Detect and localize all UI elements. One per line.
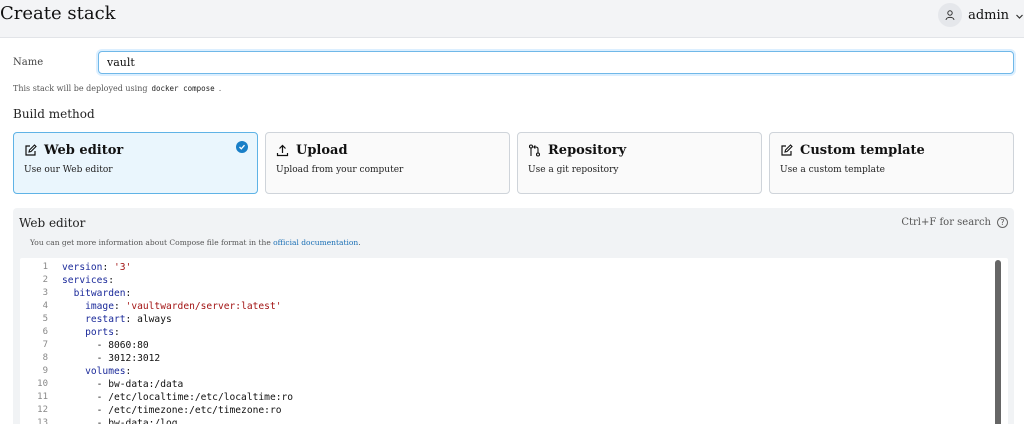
card-desc: Use our Web editor — [24, 165, 113, 175]
git-pull-icon — [528, 144, 542, 158]
editor-info-text: You can get more information about Compo… — [30, 238, 271, 247]
code-line: - bw-data:/log — [96, 418, 178, 424]
code-line: ports: — [85, 327, 120, 338]
chevron-down-icon — [1015, 6, 1024, 25]
official-documentation-link[interactable]: official documentation — [273, 238, 358, 247]
code-line: - bw-data:/data — [96, 379, 184, 390]
line-number: 13 — [37, 418, 48, 424]
line-number: 8 — [42, 353, 48, 363]
card-title: Upload — [296, 143, 348, 158]
name-label: Name — [13, 57, 44, 68]
search-hint: Ctrl+F for search ? — [901, 217, 1008, 228]
code-line: services: — [62, 275, 114, 286]
page-title: Create stack — [0, 3, 116, 24]
card-desc: Use a git repository — [528, 165, 619, 175]
code-line: image: 'vaultwarden/server:latest' — [85, 301, 282, 312]
line-number-gutter: 1 2 3 4 5 6 7 8 9 10 11 12 13 — [20, 261, 50, 424]
line-number: 6 — [42, 327, 48, 337]
line-number: 9 — [42, 366, 48, 376]
editor-scrollbar[interactable] — [995, 260, 1001, 424]
create-stack-form: Name This stack will be deployed usingdo… — [0, 39, 1024, 424]
card-desc: Upload from your computer — [276, 165, 404, 175]
user-menu[interactable]: admin — [938, 2, 1024, 28]
line-number: 3 — [42, 288, 48, 298]
deploy-note: This stack will be deployed using docker … — [13, 84, 221, 93]
code-lines[interactable]: version: '3' services: bitwarden: image: … — [62, 261, 293, 424]
code-line: - 8060:80 — [96, 340, 149, 351]
name-input[interactable] — [98, 51, 1014, 74]
user-name: admin — [968, 7, 1009, 23]
deploy-note-code: docker compose — [151, 84, 215, 93]
top-bar: Create stack admin — [0, 0, 1024, 38]
code-line: version: '3' — [62, 262, 132, 273]
line-number: 10 — [37, 379, 48, 389]
search-hint-text: Ctrl+F for search — [901, 217, 991, 228]
line-number: 12 — [37, 405, 48, 415]
editor-info: You can get more information about Compo… — [30, 238, 361, 247]
line-number: 5 — [42, 314, 48, 324]
edit-icon — [780, 144, 794, 158]
card-desc: Use a custom template — [780, 165, 885, 175]
editor-title: Web editor — [19, 216, 86, 230]
build-method-web-editor[interactable]: Web editor Use our Web editor — [13, 132, 258, 194]
web-editor-panel: Web editor Ctrl+F for search ? You can g… — [13, 208, 1014, 424]
line-number: 7 — [42, 340, 48, 350]
build-method-custom-template[interactable]: Custom template Use a custom template — [769, 132, 1014, 194]
build-method-title: Build method — [13, 107, 95, 121]
line-number: 11 — [37, 392, 48, 402]
code-line: - /etc/localtime:/etc/localtime:ro — [96, 392, 294, 403]
line-number: 4 — [42, 301, 48, 311]
card-title: Web editor — [44, 143, 124, 158]
help-icon[interactable]: ? — [997, 217, 1008, 228]
editor-info-end: . — [358, 238, 361, 247]
build-method-upload[interactable]: Upload Upload from your computer — [265, 132, 510, 194]
card-title: Repository — [548, 143, 627, 158]
edit-icon — [24, 144, 38, 158]
user-icon — [938, 3, 963, 27]
card-title: Custom template — [800, 143, 925, 158]
build-method-repository[interactable]: Repository Use a git repository — [517, 132, 762, 194]
line-number: 2 — [42, 275, 48, 285]
check-icon — [236, 141, 248, 153]
code-line: - /etc/timezone:/etc/timezone:ro — [96, 405, 282, 416]
code-line: bitwarden: — [73, 288, 132, 299]
code-line: - 3012:3012 — [96, 353, 161, 364]
line-number: 1 — [42, 262, 48, 272]
upload-icon — [276, 144, 290, 158]
deploy-note-text: This stack will be deployed using — [13, 84, 148, 93]
deploy-note-end: . — [218, 84, 222, 93]
code-line: volumes: — [85, 366, 132, 377]
code-line: restart: always — [85, 314, 172, 325]
code-editor[interactable]: 1 2 3 4 5 6 7 8 9 10 11 12 13 version: '3' services: … — [20, 258, 1008, 424]
